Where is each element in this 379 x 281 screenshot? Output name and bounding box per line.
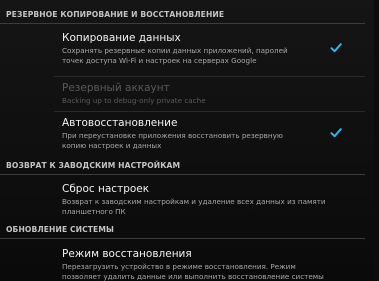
pref-backup-data-title: Копирование данных — [62, 32, 181, 44]
section-header-backup: РЕЗЕРВНОЕ КОПИРОВАНИЕ И ВОССТАНОВЛЕНИЕ — [0, 8, 365, 24]
pref-auto-restore-title: Автовосстановление — [62, 117, 178, 129]
section-header-backup-label: РЕЗЕРВНОЕ КОПИРОВАНИЕ И ВОССТАНОВЛЕНИЕ — [6, 10, 225, 19]
pref-backup-account-title: Резервный аккаунт — [62, 82, 170, 94]
pref-factory-reset-summary-line1: Возврат к заводским настройкам и удалени… — [62, 197, 326, 206]
divider — [54, 111, 365, 112]
pref-recovery-mode-summary-line2: позволяет удалить данные или выполнить в… — [62, 271, 324, 281]
pref-backup-account-summary: Backing up to debug-only private cache — [62, 96, 206, 105]
pref-auto-restore-summary: При переустановке приложения восстановит… — [62, 131, 347, 150]
pref-factory-reset-title: Сброс настроек — [62, 183, 150, 195]
section-header-system-update-label: ОБНОВЛЕНИЕ СИСТЕМЫ — [6, 225, 114, 234]
checkbox-checked-icon — [330, 128, 342, 138]
pref-backup-account: Резервный аккаунт Backing up to debug-on… — [0, 82, 365, 110]
pref-backup-data[interactable]: Копирование данных Сохранять резервные к… — [0, 32, 365, 72]
backup-reset-settings-screen: РЕЗЕРВНОЕ КОПИРОВАНИЕ И ВОССТАНОВЛЕНИЕ К… — [0, 0, 379, 281]
pref-backup-data-summary-line1: Сохранять резервные копии данных приложе… — [62, 46, 288, 55]
pref-factory-reset[interactable]: Сброс настроек Возврат к заводским настр… — [0, 183, 365, 221]
section-header-factory-reset-label: ВОЗВРАТ К ЗАВОДСКИМ НАСТРОЙКАМ — [6, 161, 181, 170]
pref-recovery-mode-summary-line1: Перезагрузить устройство в режиме восста… — [62, 262, 296, 271]
pref-auto-restore[interactable]: Автовосстановление При переустановке при… — [0, 117, 365, 155]
pref-factory-reset-summary: Возврат к заводским настройкам и удалени… — [62, 197, 347, 216]
pref-backup-data-summary-line2: точек доступа Wi-Fi и настроек на сервер… — [62, 55, 257, 65]
pref-backup-data-summary: Сохранять резервные копии данных приложе… — [62, 46, 347, 65]
pref-auto-restore-summary-line1: При переустановке приложения восстановит… — [62, 131, 283, 140]
backup-data-checkbox[interactable] — [330, 42, 342, 54]
section-header-factory-reset: ВОЗВРАТ К ЗАВОДСКИМ НАСТРОЙКАМ — [0, 159, 365, 175]
divider — [54, 76, 365, 77]
pref-recovery-mode-title: Режим восстановления — [62, 248, 192, 260]
pref-auto-restore-summary-line2: копию настроек и данных — [62, 140, 162, 150]
scrollbar[interactable] — [374, 0, 379, 281]
auto-restore-checkbox[interactable] — [330, 127, 342, 139]
pref-recovery-mode[interactable]: Режим восстановления Перезагрузить устро… — [0, 248, 365, 281]
section-header-system-update: ОБНОВЛЕНИЕ СИСТЕМЫ — [0, 223, 365, 239]
pref-recovery-mode-summary: Перезагрузить устройство в режиме восста… — [62, 262, 347, 281]
checkbox-checked-icon — [330, 43, 342, 53]
pref-factory-reset-summary-line2: планшетного ПК — [62, 206, 126, 216]
